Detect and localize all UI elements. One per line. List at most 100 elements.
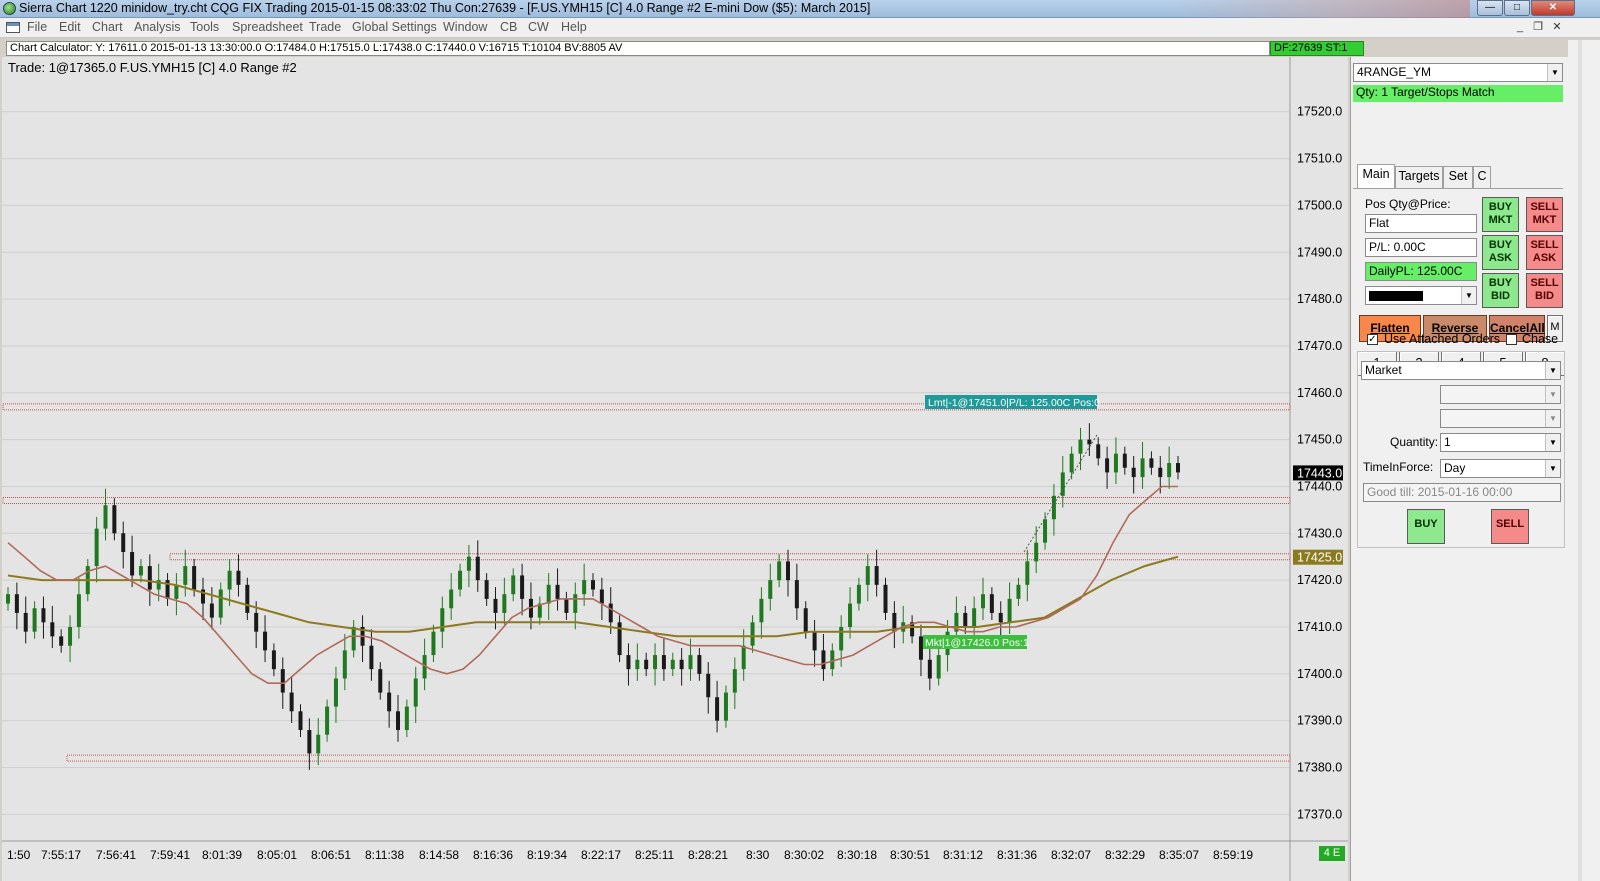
tab-main[interactable]: Main [1357, 164, 1395, 188]
candle-body [981, 594, 985, 609]
candle-body [112, 505, 117, 534]
chart-area[interactable]: 17520.0 17510.0 17500.0 17490.0 17480.0 17470… [2, 57, 1348, 881]
candle-body [289, 692, 294, 712]
chevron-down-icon: ▼ [1545, 410, 1560, 427]
maximize-button[interactable]: □ [1504, 0, 1530, 16]
buy-bid-button[interactable]: BUY BID [1482, 273, 1519, 308]
y-tick-label: 17390.0 [1297, 714, 1342, 728]
good-till-value: Good till: 2015-01-16 00:00 [1367, 485, 1513, 499]
candle-body [103, 505, 108, 529]
x-tick-label: 8:59:19 [1213, 848, 1253, 862]
candle-body [245, 584, 250, 613]
price-2-field[interactable]: ▼ [1440, 409, 1561, 428]
sell-market-button[interactable]: SELL MKT [1526, 197, 1563, 232]
menu-analysis[interactable]: Analysis [134, 20, 181, 34]
candle-body [1087, 439, 1092, 445]
menu-file[interactable]: File [27, 20, 47, 34]
menu-trade[interactable]: Trade [309, 20, 341, 34]
x-tick-label: 8:30 [746, 848, 770, 862]
minimize-button[interactable]: — [1477, 0, 1503, 16]
x-tick-label: 1:50 [7, 848, 31, 862]
candle-body [32, 608, 37, 632]
candle-body [555, 584, 560, 599]
menu-help[interactable]: Help [561, 20, 587, 34]
buy-button[interactable]: BUY [1407, 509, 1445, 544]
candle-body [1140, 458, 1145, 478]
candle-body [23, 612, 28, 632]
candle-body [741, 645, 746, 670]
y-tick-label: 17520.0 [1297, 105, 1342, 119]
sell-ask-button[interactable]: SELL ASK [1526, 235, 1563, 270]
candle-body [449, 589, 454, 609]
y-tick-label: 17380.0 [1297, 761, 1342, 775]
candle-body [466, 556, 471, 571]
price-1-field[interactable]: ▼ [1440, 385, 1561, 404]
y-tick-label: 17430.0 [1297, 526, 1342, 540]
close-window-button[interactable]: ✕ [1531, 0, 1575, 16]
tab-set[interactable]: Set [1443, 166, 1473, 188]
candle-body [76, 594, 81, 627]
candle-body [653, 655, 658, 670]
candle-body [236, 570, 241, 585]
chart-trade-title: Trade: 1@17365.0 F.US.YMH15 [C] 4.0 Rang… [8, 60, 297, 75]
chart-window-icon[interactable] [6, 22, 20, 33]
menu-cw[interactable]: CW [528, 20, 549, 34]
buy-market-button[interactable]: BUY MKT [1482, 197, 1519, 232]
candle-body [626, 655, 631, 670]
chase-checkbox[interactable] [1506, 334, 1517, 345]
x-tick-label: 7:59:41 [150, 848, 190, 862]
candle-body [1122, 453, 1127, 468]
mdi-minimize-button[interactable]: _ [1512, 20, 1528, 35]
candle-body [608, 603, 613, 623]
mdi-close-button[interactable]: ✕ [1549, 20, 1565, 35]
position-value: Flat [1365, 214, 1477, 233]
candle-body [1105, 458, 1110, 473]
x-tick-label: 8:35:07 [1159, 848, 1199, 862]
x-tick-label: 7:55:17 [41, 848, 81, 862]
candle-body [147, 566, 152, 590]
x-tick-label: 8:19:34 [527, 848, 567, 862]
menu-window[interactable]: Window [443, 20, 487, 34]
menu-tools[interactable]: Tools [190, 20, 219, 34]
scrollbar-track[interactable] [1578, 40, 1582, 881]
candle-body [768, 580, 773, 599]
sell-bid-button[interactable]: SELL BID [1526, 273, 1563, 308]
candle-body [307, 730, 312, 754]
candle-body [502, 594, 507, 613]
candle-body [6, 594, 10, 604]
symbol-select[interactable]: 4RANGE_YM ▼ [1353, 63, 1563, 82]
candle-body [794, 580, 799, 609]
price-chart[interactable]: 17520.0 17510.0 17500.0 17490.0 17480.0 17470… [2, 57, 1348, 881]
candle-body [227, 570, 232, 590]
use-attached-orders-checkbox[interactable]: ✓ [1367, 334, 1378, 345]
candle-body [599, 589, 604, 604]
data-feed-status: DF:27639 ST:1 [1270, 41, 1364, 56]
menu-spreadsheet[interactable]: Spreadsheet [232, 20, 303, 34]
quantity-stepper[interactable]: 1 ▼ [1440, 433, 1561, 452]
candle-body [644, 659, 649, 670]
menu-cb[interactable]: CB [500, 20, 517, 34]
panel-scrollbar[interactable] [1568, 40, 1600, 881]
candle-body [130, 552, 135, 576]
candle-body [174, 584, 179, 599]
candle-body [750, 622, 755, 646]
candle-body [475, 556, 480, 581]
candle-body [94, 528, 99, 567]
time-in-force-label: TimeInForce: [1363, 460, 1434, 474]
candle-body [1158, 467, 1163, 478]
color-select[interactable]: ▼ [1365, 286, 1477, 305]
time-in-force-select[interactable]: Day ▼ [1440, 459, 1561, 478]
sell-button[interactable]: SELL [1491, 509, 1529, 544]
buy-ask-button[interactable]: BUY ASK [1482, 235, 1519, 270]
menu-edit[interactable]: Edit [59, 20, 81, 34]
chevron-down-icon: ▼ [1547, 64, 1562, 81]
tab-c[interactable]: C [1473, 166, 1491, 188]
menu-global-settings[interactable]: Global Settings [352, 20, 437, 34]
mdi-restore-button[interactable]: ❐ [1530, 20, 1546, 35]
menu-chart[interactable]: Chart [92, 20, 123, 34]
x-tick-label: 8:16:36 [473, 848, 513, 862]
candle-body [830, 650, 835, 670]
good-till-field[interactable]: Good till: 2015-01-16 00:00 [1363, 483, 1561, 502]
tab-targets[interactable]: Targets [1395, 166, 1443, 188]
order-type-select[interactable]: Market ▼ [1361, 361, 1561, 380]
